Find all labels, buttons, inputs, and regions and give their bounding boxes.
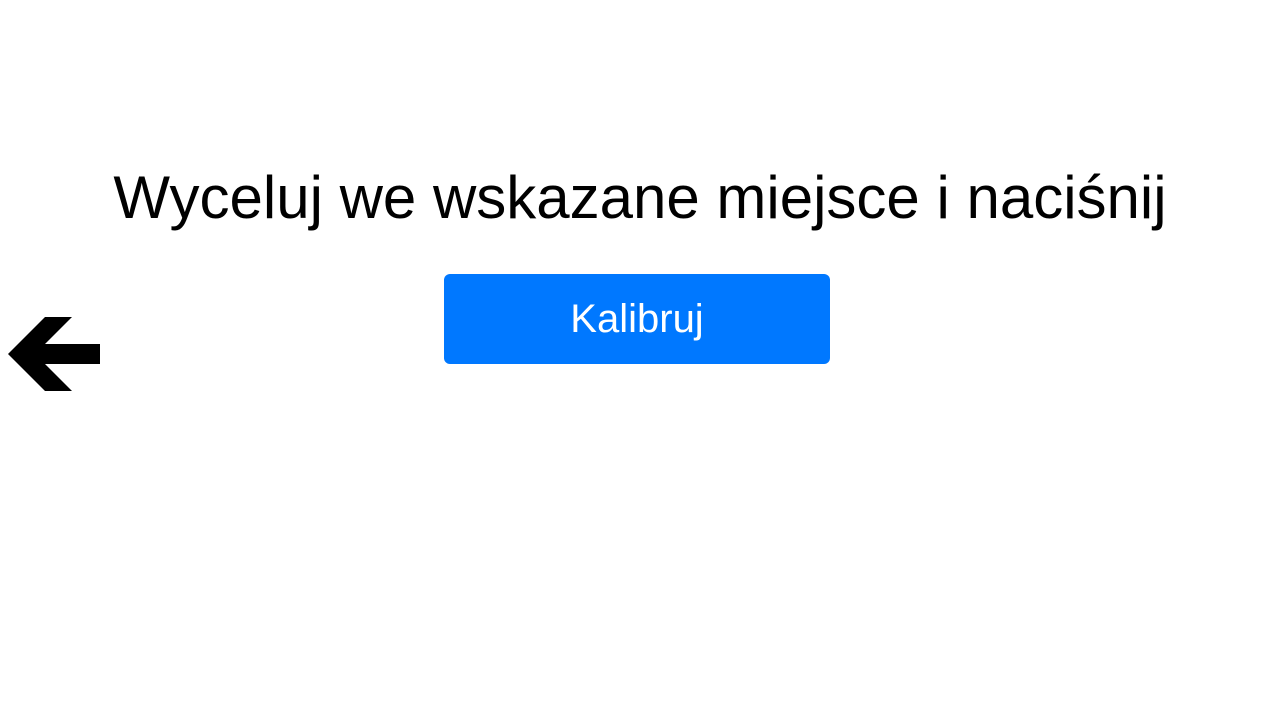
calibrate-button[interactable]: Kalibruj [444,274,830,364]
back-arrow-icon[interactable] [8,317,100,391]
calibration-screen: Wyceluj we wskazane miejsce i naciśnij K… [0,0,1280,720]
instruction-text: Wyceluj we wskazane miejsce i naciśnij [113,164,1167,231]
